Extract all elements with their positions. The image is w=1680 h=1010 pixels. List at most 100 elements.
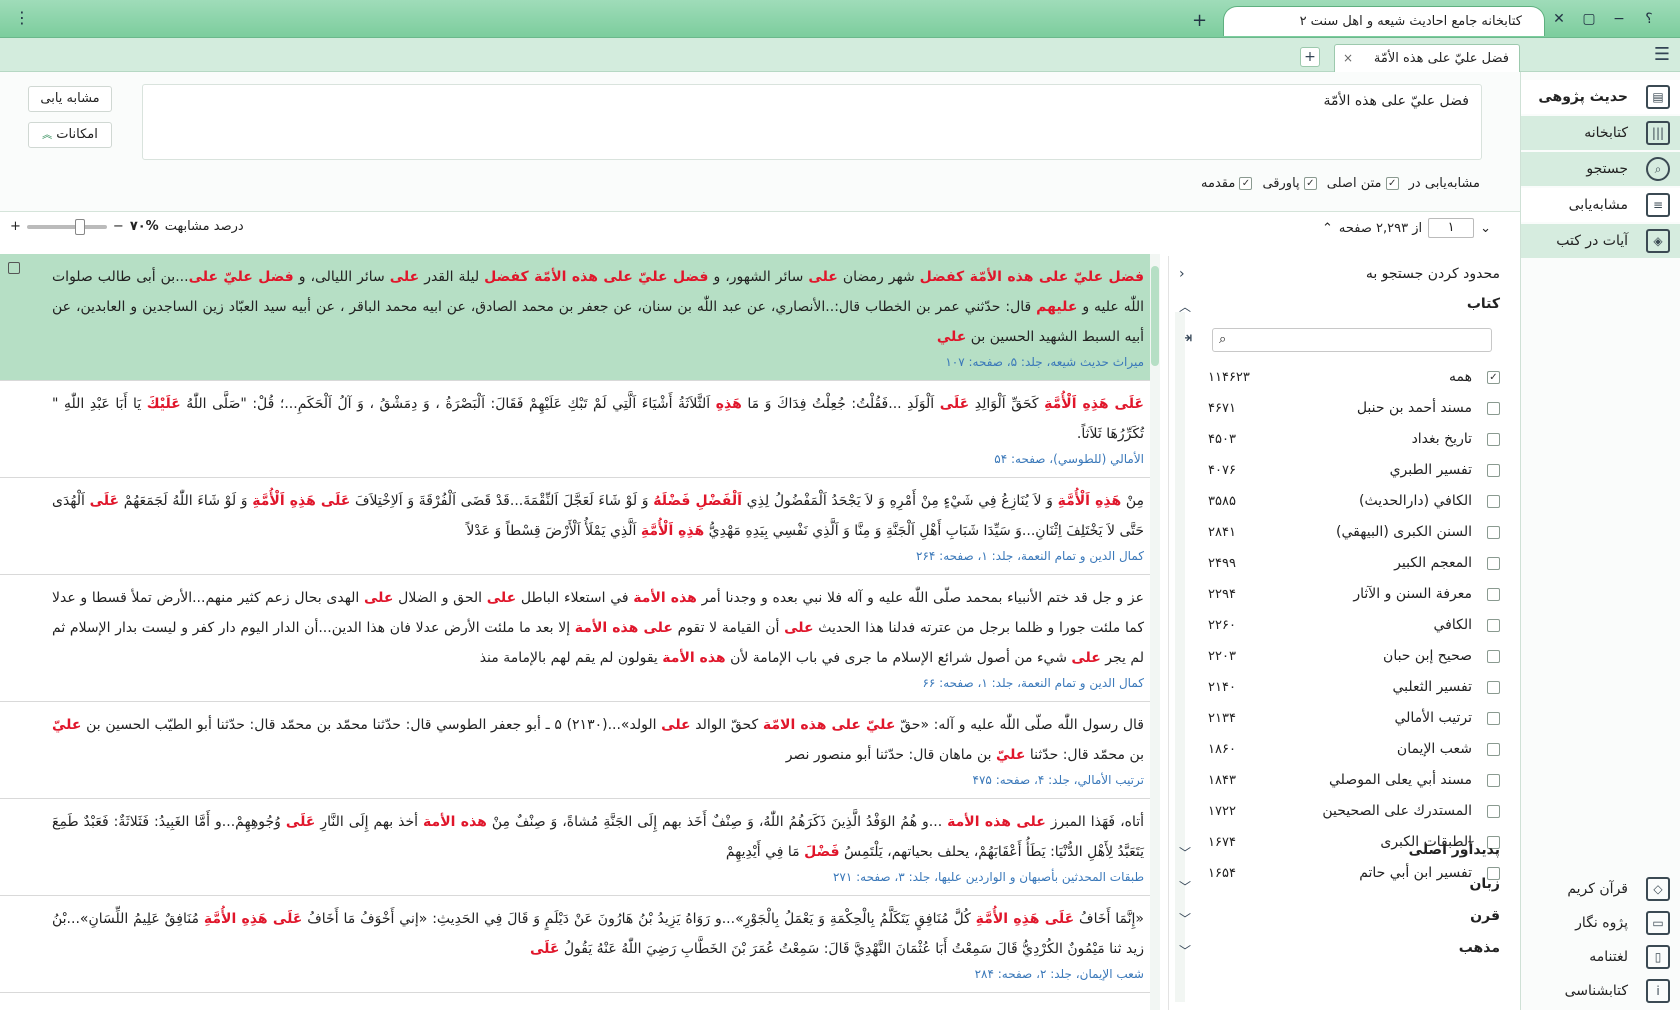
sidebar-item-similarity[interactable]: ≡ مشابه‌یابی (1521, 188, 1680, 222)
tool-dictionary[interactable]: ▯ لغتنامه (1520, 940, 1680, 974)
result-source-link[interactable]: طبقات المحدثين بأصبهان و الواردين عليها،… (52, 867, 1144, 887)
checkbox-icon[interactable] (1487, 619, 1500, 632)
result-item[interactable]: قال رسول اللّٰه صلّى اللّٰه عليه و آله: … (0, 702, 1160, 799)
tool-quran[interactable]: ◇ قرآن کریم (1520, 872, 1680, 906)
options-button[interactable]: امکانات ︽ (28, 122, 112, 148)
filter-section-title[interactable]: زبان (1469, 876, 1500, 892)
checkbox-intro[interactable]: ✓ مقدمه (1201, 176, 1253, 191)
checkbox-icon[interactable] (1487, 712, 1500, 725)
kebab-menu-button[interactable]: ⋮ (14, 9, 30, 27)
chevron-down-icon[interactable]: ﹀ (1179, 878, 1191, 895)
restore-icon[interactable]: ▢ (1578, 8, 1600, 30)
chevron-down-icon[interactable]: ﹀ (1179, 910, 1191, 927)
result-item[interactable]: فضل عليّ على هذه الأمّة كفضل شهر رمضان ع… (0, 254, 1160, 381)
filter-section-title[interactable]: مذهب (1459, 940, 1500, 956)
slider-knob[interactable] (74, 218, 85, 235)
checkbox-footnote[interactable]: ✓ پاورقی (1262, 176, 1317, 191)
book-filter-row[interactable]: الكافي ۲۲۶۰ (1208, 610, 1500, 641)
sidebar-item-library[interactable]: ||| کتابخانه (1521, 116, 1680, 150)
chevron-down-icon[interactable]: ﹀ (1179, 942, 1191, 959)
book-filter-row[interactable]: المعجم الكبير ۲۴۹۹ (1208, 548, 1500, 579)
highlight-match: عَلَيْكَ (146, 396, 181, 412)
highlight-match: على هذه الأمة (947, 814, 1046, 830)
checkbox-icon[interactable]: ✓ (1303, 177, 1317, 190)
similar-search-button[interactable]: مشابه یابی (28, 86, 112, 112)
help-icon[interactable]: ؟ (1638, 8, 1660, 30)
minimize-icon[interactable]: − (1608, 8, 1630, 30)
book-filter-input[interactable]: ⌕ (1212, 328, 1492, 352)
book-filter-row[interactable]: ✓ همه ۱۱۴۶۲۳ (1208, 362, 1500, 393)
sidebar-item-verses[interactable]: ◈ آیات در کتب (1521, 224, 1680, 258)
checkbox-main-text[interactable]: ✓ متن اصلی (1327, 176, 1399, 191)
book-filter-row[interactable]: شعب الإيمان ۱۸۶۰ (1208, 734, 1500, 765)
result-source-link[interactable]: كمال الدين و تمام النعمة، جلد: ۱، صفحه: … (52, 673, 1144, 693)
checkbox-icon[interactable] (1487, 433, 1500, 446)
checkbox-icon[interactable] (1487, 495, 1500, 508)
sidebar-item-hadith-research[interactable]: ▤ حدیث پژوهی (1521, 80, 1680, 114)
options-label: امکانات (56, 127, 98, 142)
new-window-tab-button[interactable]: + (1192, 12, 1207, 30)
next-page-icon[interactable]: ⌄ (1480, 221, 1491, 236)
hamburger-menu-icon[interactable]: ☰ (1654, 44, 1670, 65)
filter-section-title[interactable]: پدیدآور اصلی (1409, 842, 1500, 858)
query-input[interactable]: فضل عليّ على هذه الأمّة (142, 84, 1482, 160)
book-filter-row[interactable]: تفسير الثعلبي ۲۱۴۰ (1208, 672, 1500, 703)
results-scrollbar[interactable] (1150, 254, 1160, 1010)
book-filter-row[interactable]: معرفة السنن و الآثار ۲۲۹۴ (1208, 579, 1500, 610)
chevron-down-icon[interactable]: ﹀ (1179, 844, 1191, 861)
checkbox-icon[interactable] (1487, 402, 1500, 415)
add-tab-button[interactable]: + (1300, 47, 1320, 67)
checkbox-icon[interactable]: ✓ (1385, 177, 1399, 190)
result-item[interactable]: أتاه، فَهَذا المبرز على هذه الأمة ...و ه… (0, 799, 1160, 896)
collapse-panel-icon[interactable]: ‹ (1179, 266, 1185, 282)
similarity-minus-button[interactable]: − (113, 219, 124, 234)
result-source-link[interactable]: الأمالي (للطوسي)، صفحه: ۵۴ (52, 449, 1144, 469)
book-filter-row[interactable]: تاريخ بغداد ۴۵۰۳ (1208, 424, 1500, 455)
book-filter-row[interactable]: تفسير الطبري ۴۰۷۶ (1208, 455, 1500, 486)
book-filter-row[interactable]: تفسير ابن أبي حاتم ۱۶۵۴ (1208, 858, 1500, 889)
book-filter-row[interactable]: ترتيب الأمالي ۲۱۳۴ (1208, 703, 1500, 734)
result-source-link[interactable]: ميراث حديث شيعه، جلد: ۵، صفحه: ۱۰۷ (52, 352, 1144, 372)
checkbox-icon[interactable] (1487, 557, 1500, 570)
result-item[interactable]: مِنْ هَذِهِ اَلْأُمَّةِ وَ لاَ يُنَازِعُ… (0, 478, 1160, 575)
book-filter-row[interactable]: السنن الكبرى (البيهقي) ۲۸۴۱ (1208, 517, 1500, 548)
tool-bibliography[interactable]: i کتابشناسی (1520, 974, 1680, 1008)
checkbox-icon[interactable] (1487, 526, 1500, 539)
sidebar-item-search[interactable]: ⌕ جستجو (1521, 152, 1680, 186)
result-item[interactable]: عز و جل قد ختم الأنبياء بمحمد صلّى اللّٰ… (0, 575, 1160, 702)
book-filter-row[interactable]: المستدرك على الصحيحين ۱۷۲۲ (1208, 796, 1500, 827)
checkbox-icon[interactable] (1487, 805, 1500, 818)
result-item[interactable]: عَلَى هَذِهِ اَلْأُمَّةِ كَحَقِّ اَلْوَا… (0, 381, 1160, 478)
tools-list: ◇ قرآن کریم ▭ پژوه نگار ▯ لغتنامه i کتاب… (1520, 872, 1680, 1008)
scroll-thumb[interactable] (1151, 266, 1159, 366)
close-icon[interactable]: ✕ (1548, 8, 1570, 30)
copy-icon[interactable] (8, 262, 20, 274)
result-item[interactable]: «إِنَّمَا أَخَافُ عَلَى هَذِهِ الأُمَّةِ… (0, 896, 1160, 993)
app-window-tab[interactable]: کتابخانه جامع احادیث شیعه و اهل سنت ۲ (1223, 6, 1545, 36)
checkbox-icon[interactable] (1487, 588, 1500, 601)
result-source-link[interactable]: شعب الإيمان، جلد: ۲، صفحه: ۲۸۴ (52, 964, 1144, 984)
close-tab-icon[interactable]: × (1343, 45, 1353, 72)
result-source-link[interactable]: ترتيب الأمالي، جلد: ۴، صفحه: ۴۷۵ (52, 770, 1144, 790)
book-filter-row[interactable]: مسند أبي يعلى الموصلي ۱۸۴۳ (1208, 765, 1500, 796)
checkbox-icon[interactable] (1487, 681, 1500, 694)
checkbox-icon[interactable] (1487, 650, 1500, 663)
tool-notes[interactable]: ▭ پژوه نگار (1520, 906, 1680, 940)
checkbox-icon[interactable]: ✓ (1487, 371, 1500, 384)
checkbox-icon[interactable] (1487, 464, 1500, 477)
book-filter-row[interactable]: مسند أحمد بن حنبل ۴۶۷۱ (1208, 393, 1500, 424)
similarity-plus-button[interactable]: + (10, 219, 21, 234)
book-filter-row[interactable]: صحيح إبن حبان ۲۲۰۳ (1208, 641, 1500, 672)
tab-current-search[interactable]: فضل عليّ على هذه الأمّة × (1334, 44, 1520, 72)
page-number-input[interactable]: ۱ (1428, 218, 1475, 238)
text-segment: بن ماهان قال: حدّثنا أبو منصور نصر (785, 747, 996, 763)
book-filter-row[interactable]: الكافي (دارالحديث) ۳۵۸۵ (1208, 486, 1500, 517)
similarity-slider[interactable] (26, 218, 107, 235)
checkbox-icon[interactable] (1487, 743, 1500, 756)
filter-section-title[interactable]: قرن (1470, 908, 1500, 924)
filter-scrollbar[interactable] (1175, 312, 1185, 1002)
checkbox-icon[interactable] (1487, 774, 1500, 787)
result-source-link[interactable]: كمال الدين و تمام النعمة، جلد: ۱، صفحه: … (52, 546, 1144, 566)
checkbox-icon[interactable]: ✓ (1239, 177, 1253, 190)
prev-page-icon[interactable]: ⌃ (1322, 221, 1333, 236)
